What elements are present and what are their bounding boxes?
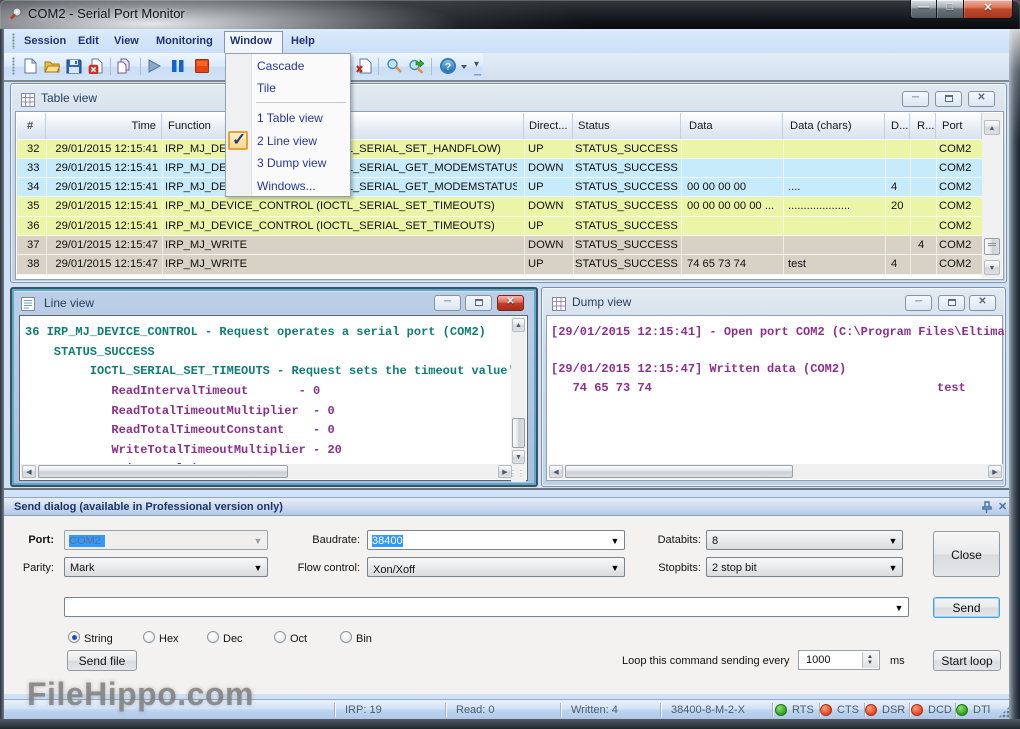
svg-text:?: ?	[445, 61, 451, 73]
